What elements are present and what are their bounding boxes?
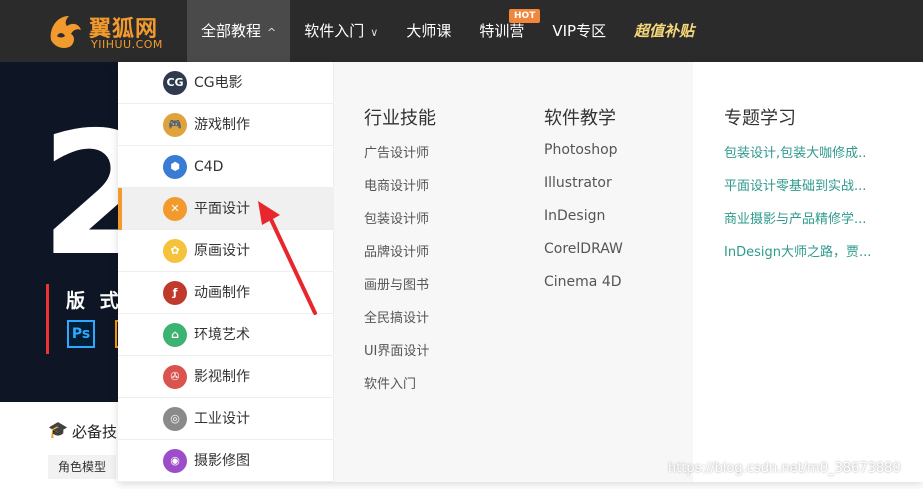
ring-icon: ◎ — [163, 407, 187, 431]
chevron-down-icon: ∨ — [370, 26, 379, 39]
section-title: 必备技 — [72, 423, 118, 441]
design-tools-icon: ✕ — [163, 197, 187, 221]
industry-skill-link[interactable]: 包装设计师 — [364, 208, 429, 227]
watermark: https://blog.csdn.net/m0_38673880 — [668, 461, 901, 476]
software-link[interactable]: InDesign — [544, 208, 605, 224]
category-label: 原画设计 — [194, 243, 250, 259]
palette-icon: ✿ — [163, 239, 187, 263]
hot-badge: HOT — [509, 9, 541, 23]
skills-software-panel: 行业技能 广告设计师电商设计师包装设计师品牌设计师画册与图书全民搞设计 UI界面设… — [334, 62, 693, 482]
hero-accent-line — [46, 284, 49, 354]
category-item[interactable]: ✇ 影视制作 — [118, 356, 334, 398]
software-link[interactable]: Illustrator — [544, 175, 612, 191]
category-item[interactable]: ◎ 工业设计 — [118, 398, 334, 440]
nav-item-subsidy[interactable]: 超值补贴 — [620, 0, 708, 62]
category-item[interactable]: 🎮 游戏制作 — [118, 104, 334, 146]
industry-skill-link[interactable]: 软件入门 — [364, 373, 416, 392]
nav-item-label: 全部教程 — [201, 22, 262, 40]
category-item[interactable]: ◉ 摄影修图 — [118, 440, 334, 482]
category-label: CG电影 — [194, 75, 243, 91]
industry-skill-link[interactable]: 全民搞设计 — [364, 307, 429, 326]
category-item[interactable]: ⬢ C4D — [118, 146, 334, 188]
industry-skill-link[interactable]: 品牌设计师 — [364, 241, 429, 260]
software-link[interactable]: Cinema 4D — [544, 274, 622, 290]
category-label: 游戏制作 — [194, 117, 250, 133]
topic-link[interactable]: InDesign大师之路，贾... — [724, 241, 871, 260]
camera-icon: ◉ — [163, 449, 187, 473]
annotation-arrow-icon — [258, 201, 317, 315]
category-label: 摄影修图 — [194, 453, 250, 469]
software-link[interactable]: CorelDRAW — [544, 241, 623, 257]
topic-learning-title: 专题学习 — [724, 108, 796, 129]
hero-title: 版 式 — [66, 290, 123, 312]
film-reel-icon: ✇ — [163, 365, 187, 389]
nav-item-software-intro[interactable]: 软件入门 ∨ — [290, 0, 392, 62]
graduation-cap-icon: 🎓 — [48, 420, 68, 439]
logo-name-en: YIIHUU.COM — [91, 38, 163, 51]
nav-item-label: VIP专区 — [552, 22, 607, 40]
nav-item-training-camp[interactable]: 特训营 HOT — [465, 0, 541, 62]
category-label: 平面设计 — [194, 201, 250, 217]
category-label: 动画制作 — [194, 285, 250, 301]
topic-link[interactable]: 商业摄影与产品精修学... — [724, 208, 866, 227]
cube-icon: ⬢ — [163, 155, 187, 179]
main-nav: 全部教程 ^ 软件入门 ∨ 大师课 特训营 HOT VIP专区 超值补贴 — [187, 0, 708, 62]
industry-skills-title: 行业技能 — [364, 108, 436, 129]
nav-item-label: 软件入门 — [304, 22, 365, 40]
top-nav-bar: 翼狐网 YIIHUU.COM 全部教程 ^ 软件入门 ∨ 大师课 特训营 HOT V… — [0, 0, 923, 62]
fox-logo-icon — [50, 16, 81, 48]
industry-skill-link[interactable]: 电商设计师 — [364, 175, 429, 194]
topic-link[interactable]: 平面设计零基础到实战... — [724, 175, 866, 194]
cg-icon: CG — [163, 71, 187, 95]
nav-item-label: 大师课 — [406, 22, 452, 40]
category-label: 环境艺术 — [194, 327, 250, 343]
software-link[interactable]: Photoshop — [544, 142, 618, 158]
nav-item-vip-zone[interactable]: VIP专区 — [538, 0, 620, 62]
nav-item-master-class[interactable]: 大师课 — [392, 0, 465, 62]
chevron-up-icon: ^ — [267, 26, 277, 39]
category-item[interactable]: CG CG电影 — [118, 62, 334, 104]
industry-skill-link[interactable]: UI界面设计 — [364, 340, 429, 359]
all-tutorials-dropdown: CG CG电影 🎮 游戏制作 ⬢ C4D ✕ 平面设计 ✿ 原画设计 ƒ 动画制作 ⌂ 环境艺术 ✇ 影视制作… — [118, 62, 923, 482]
nav-item-label: 超值补贴 — [634, 22, 695, 40]
category-label: C4D — [194, 159, 224, 175]
nav-item-all-tutorials[interactable]: 全部教程 ^ — [187, 0, 291, 62]
topics-panel: 专题学习 包装设计,包装大咖修成.. 平面设计零基础到实战... 商业摄影与产品精修… — [693, 62, 923, 482]
photoshop-icon: Ps — [67, 320, 95, 348]
industry-skill-link[interactable]: 广告设计师 — [364, 142, 429, 161]
gamepad-icon: 🎮 — [163, 113, 187, 137]
house-icon: ⌂ — [163, 323, 187, 347]
topic-link[interactable]: 包装设计,包装大咖修成.. — [724, 142, 866, 161]
category-item[interactable]: ⌂ 环境艺术 — [118, 314, 334, 356]
site-logo[interactable]: 翼狐网 YIIHUU.COM — [45, 8, 165, 54]
category-label: 工业设计 — [194, 411, 250, 427]
flash-icon: ƒ — [163, 281, 187, 305]
nav-item-label: 特训营 — [479, 22, 525, 40]
tag-character-model[interactable]: 角色模型 — [48, 455, 117, 479]
industry-skill-link[interactable]: 画册与图书 — [364, 274, 429, 293]
software-teaching-title: 软件教学 — [544, 108, 616, 129]
category-label: 影视制作 — [194, 369, 250, 385]
